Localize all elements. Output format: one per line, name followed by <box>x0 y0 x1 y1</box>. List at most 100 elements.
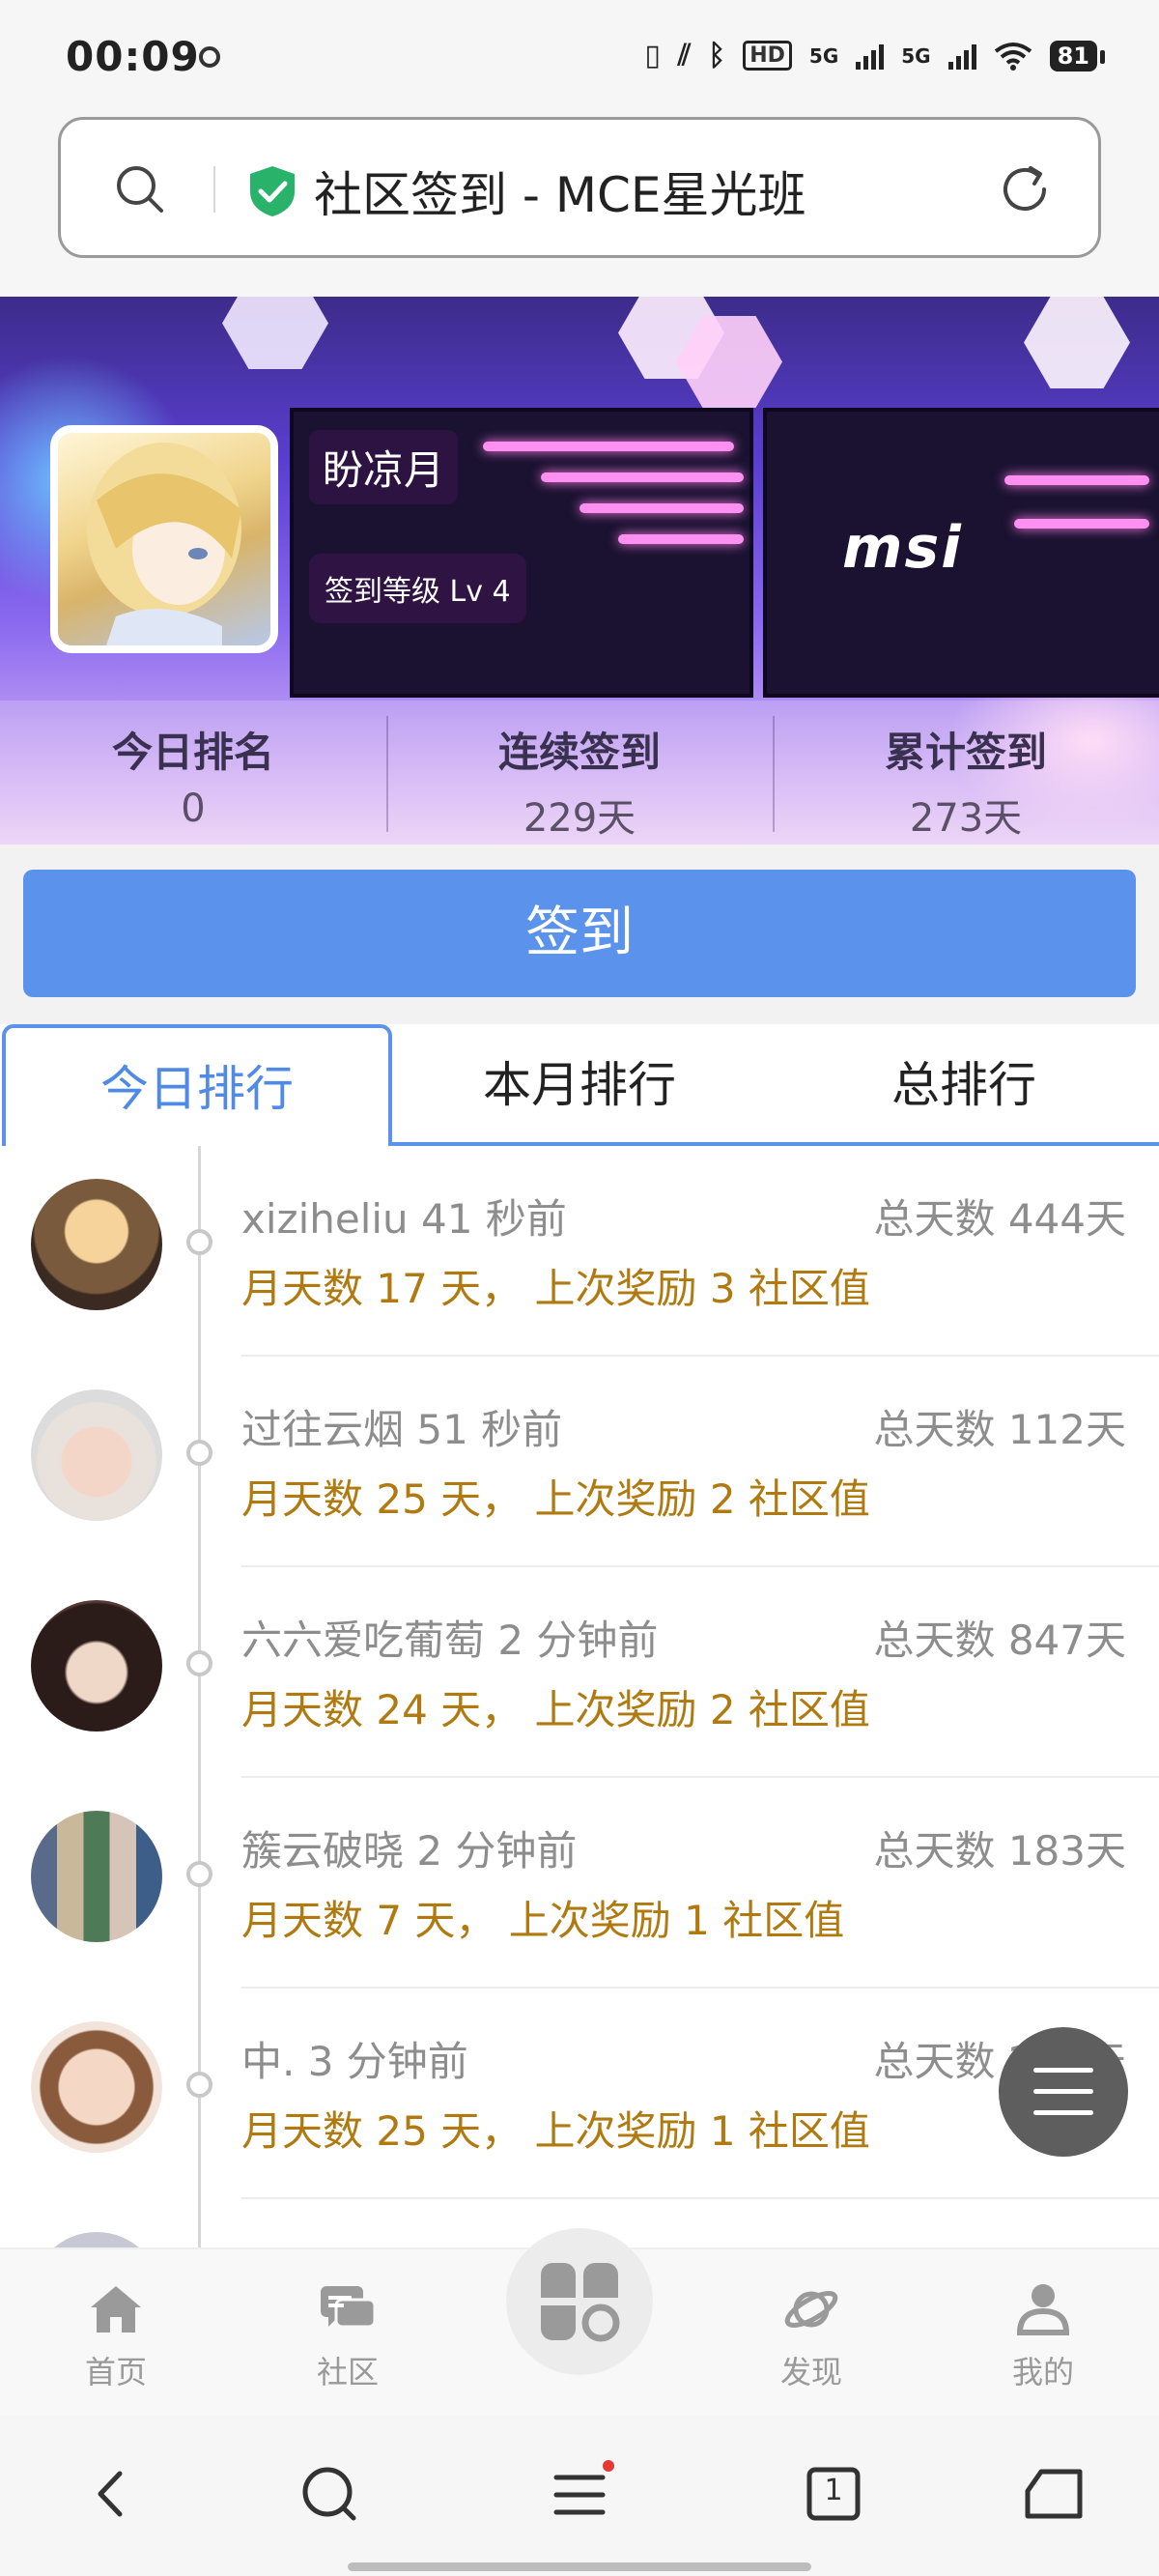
ranking-list: xiziheliu 41 秒前 总天数 444天 月天数 17 天， 上次奖励 … <box>0 1146 1159 2247</box>
planet-icon <box>784 2291 838 2328</box>
sign-in-button[interactable]: 签到 <box>23 870 1136 997</box>
nav-me[interactable]: 我的 <box>980 2278 1106 2392</box>
ranking-total-days: 总天数 444天 <box>873 1195 1126 1243</box>
profile-banner: msi 盼凉月 签到等级 Lv 4 今日排名 0 连续签到 229天 累计签到 <box>0 297 1159 844</box>
ranking-total-days: 总天数 183天 <box>873 1827 1126 1875</box>
list-item[interactable]: 过往云烟 51 秒前 总天数 112天 月天数 25 天， 上次奖励 2 社区值 <box>0 1357 1159 1567</box>
hd-icon: HD <box>743 41 792 71</box>
address-divider <box>213 166 215 213</box>
stat-label: 连续签到 <box>497 729 661 776</box>
user-avatar[interactable] <box>50 425 278 653</box>
ranking-name-time: 簇云破晓 2 分钟前 <box>241 1827 578 1875</box>
location-icon <box>199 46 220 68</box>
ranking-total-days: 总天数 112天 <box>873 1406 1126 1453</box>
sign-area: 签到 <box>0 844 1159 1024</box>
avatar[interactable] <box>31 2232 162 2247</box>
vibrate-icon: ▯ <box>644 39 661 72</box>
signal-icon-2 <box>947 43 976 70</box>
menu-fab[interactable] <box>999 2027 1128 2157</box>
ranking-detail: 月天数 25 天， 上次奖励 2 社区值 <box>241 1475 870 1523</box>
search-icon[interactable] <box>296 2460 363 2528</box>
browser-toolbar: 1 <box>0 2416 1159 2576</box>
signal-5g-label: 5G <box>808 43 839 68</box>
address-bar[interactable]: 社区签到 - MCE星光班 <box>58 117 1101 258</box>
signal-5g-label-2: 5G <box>901 43 931 68</box>
stat-value: 273天 <box>909 796 1023 841</box>
gesture-bar[interactable] <box>348 2562 811 2571</box>
ranking-name-time: 中. 3 分钟前 <box>241 2038 468 2085</box>
page: 00:09 ▯ ⫽ ᛒ HD 5G 5G 81 社区签到 - MCE星光班 ms… <box>0 0 1159 2576</box>
avatar[interactable] <box>31 1811 162 1942</box>
stat-label: 今日排名 <box>111 729 274 776</box>
back-icon[interactable] <box>77 2460 145 2528</box>
menu-line <box>1033 2089 1093 2094</box>
stat-value: 229天 <box>523 796 636 841</box>
timeline-dot <box>186 1650 212 1676</box>
bottom-nav: 首页 社区 发现 我的 <box>0 2228 1159 2416</box>
banner-hex-light <box>222 297 328 369</box>
nav-label: 我的 <box>1011 2354 1074 2390</box>
list-item[interactable]: 六六爱吃葡萄 2 分钟前 总天数 847天 月天数 24 天， 上次奖励 2 社… <box>0 1567 1159 1778</box>
sign-level-badge: 签到等级 Lv 4 <box>309 554 526 623</box>
timeline-dot <box>186 1440 212 1466</box>
tab-month[interactable]: 本月排行 <box>388 1024 771 1146</box>
nav-discover[interactable]: 发现 <box>749 2278 874 2392</box>
tabs-button[interactable]: 1 <box>800 2460 867 2528</box>
tab-today[interactable]: 今日排行 <box>2 1024 392 1146</box>
bluetooth-icon: ᛒ <box>708 39 726 72</box>
menu-button[interactable] <box>547 2460 614 2528</box>
stats-row: 今日排名 0 连续签到 229天 累计签到 273天 <box>0 701 1159 844</box>
home-icon <box>91 2286 141 2333</box>
banner-stripe <box>1014 519 1149 529</box>
banner-stripe <box>580 503 744 513</box>
timeline-dot <box>186 2072 212 2098</box>
chat-icon <box>321 2286 377 2329</box>
list-item[interactable]: 中. 3 分钟前 总天数 250天 月天数 25 天， 上次奖励 1 社区值 <box>0 1989 1159 2199</box>
ranking-detail: 月天数 24 天， 上次奖励 2 社区值 <box>241 1686 870 1733</box>
avatar[interactable] <box>31 1179 162 1310</box>
banner-hex-light <box>1024 297 1130 388</box>
banner-stripe <box>483 442 734 451</box>
user-name: 盼凉月 <box>309 430 459 504</box>
nav-home[interactable]: 首页 <box>53 2278 179 2392</box>
ranking-detail: 月天数 7 天， 上次奖励 1 社区值 <box>241 1897 845 1944</box>
ranking-name-time: xiziheliu 41 秒前 <box>241 1195 567 1243</box>
nav-label: 发现 <box>779 2354 842 2390</box>
nfc-icon: ⫽ <box>677 39 692 72</box>
stat-streak: 连续签到 229天 <box>386 701 773 844</box>
stat-label: 累计签到 <box>884 729 1047 776</box>
avatar[interactable] <box>31 1600 162 1732</box>
avatar-illustration <box>87 443 241 645</box>
banner-stripe <box>541 472 744 482</box>
nav-community[interactable]: 社区 <box>285 2278 410 2392</box>
battery-icon: 81 <box>1049 40 1106 72</box>
menu-line <box>1033 2110 1093 2115</box>
status-time: 00:09 <box>66 33 200 80</box>
status-bar: 00:09 ▯ ⫽ ᛒ HD 5G 5G 81 <box>0 0 1159 111</box>
stat-total: 累计签到 273天 <box>773 701 1159 844</box>
stat-today-rank: 今日排名 0 <box>0 701 386 844</box>
search-icon[interactable] <box>113 162 165 215</box>
nav-label: 首页 <box>84 2354 147 2390</box>
avatar[interactable] <box>31 2021 162 2153</box>
apps-icon <box>541 2263 620 2342</box>
nav-center-button[interactable] <box>506 2228 653 2375</box>
page-title[interactable]: 社区签到 - MCE星光班 <box>314 157 806 226</box>
banner-brand-logo: msi <box>842 514 963 582</box>
nav-label: 社区 <box>316 2354 379 2390</box>
list-item[interactable]: 簇云破晓 2 分钟前 总天数 183天 月天数 7 天， 上次奖励 1 社区值 <box>0 1778 1159 1989</box>
user-icon <box>1016 2284 1070 2335</box>
avatar[interactable] <box>31 1389 162 1521</box>
reload-icon[interactable] <box>996 160 1054 218</box>
stat-value: 0 <box>181 787 206 831</box>
list-item[interactable]: xiziheliu 41 秒前 总天数 444天 月天数 17 天， 上次奖励 … <box>0 1146 1159 1357</box>
ranking-name-time: 过往云烟 51 秒前 <box>241 1406 563 1453</box>
ranking-name-time: 六六爱吃葡萄 2 分钟前 <box>241 1617 659 1664</box>
banner-stripe <box>1004 475 1149 485</box>
tab-total[interactable]: 总排行 <box>771 1024 1157 1146</box>
menu-icon <box>553 2460 614 2515</box>
home-icon[interactable] <box>1020 2460 1088 2528</box>
signal-icon <box>856 43 885 70</box>
ranking-tabs: 今日排行 本月排行 总排行 <box>0 1024 1159 1146</box>
timeline-dot <box>186 1229 212 1255</box>
